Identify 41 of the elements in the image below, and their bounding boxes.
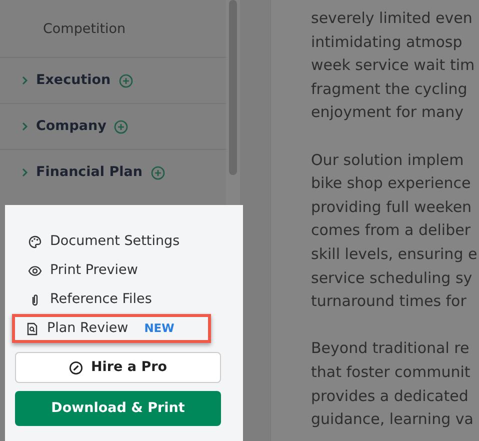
add-icon[interactable] <box>150 166 164 180</box>
menu-item[interactable]: Plan Review NEW <box>12 314 211 343</box>
text-line: Beyond traditional re <box>311 338 470 360</box>
hire-button[interactable]: Hire a Pro <box>15 352 221 383</box>
section-title[interactable]: Company <box>36 116 106 137</box>
scrollbar[interactable] <box>229 0 237 175</box>
add-icon[interactable] <box>118 74 133 88</box>
menu-item-label: Document Settings <box>50 232 180 252</box>
text-line: that foster communit <box>311 362 472 383</box>
text-line: fragment the cycling <box>311 78 468 100</box>
text-line: enjoyment for many <box>311 102 465 124</box>
menu-item-label: Plan Review <box>47 319 128 338</box>
text-line: guidance, learning va <box>311 409 474 430</box>
palette-icon <box>28 234 42 248</box>
download-button[interactable]: Download & Print <box>15 391 221 426</box>
document-search-icon <box>25 322 39 336</box>
text-line: skill levels, ensuring e <box>311 244 478 265</box>
add-icon[interactable] <box>114 120 128 134</box>
new-label: NEW <box>144 320 174 337</box>
text-line: providing full weeken <box>311 196 473 218</box>
text-line: Our solution implem <box>311 150 465 171</box>
chevron-icon[interactable] <box>22 122 28 131</box>
menu-item[interactable]: Reference Files <box>15 285 233 314</box>
text-line: provides a dedicated <box>311 386 470 406</box>
menu-item-label: Reference Files <box>50 290 152 310</box>
menu-item[interactable]: Document Settings <box>15 227 233 256</box>
menu-item-label: Print Preview <box>50 261 138 280</box>
section-title[interactable]: Financial Plan <box>36 162 142 183</box>
text-line: turnaround times for <box>311 291 468 312</box>
chevron-icon[interactable] <box>22 76 28 85</box>
chevron-icon[interactable] <box>22 168 28 177</box>
compass-icon <box>68 360 83 374</box>
menu-item[interactable]: Print Preview <box>15 256 233 285</box>
text-line: severely limited even <box>311 8 474 29</box>
text-line: comes from a deliber <box>311 220 472 242</box>
text-line: intimidating atmosp <box>311 32 464 53</box>
eye-icon <box>28 264 42 278</box>
text-line: week service wait tim <box>311 55 476 76</box>
text-line: service scheduling sy <box>311 268 474 289</box>
section-title[interactable]: Execution <box>36 70 111 91</box>
text-line: bike shop experience <box>311 173 472 194</box>
